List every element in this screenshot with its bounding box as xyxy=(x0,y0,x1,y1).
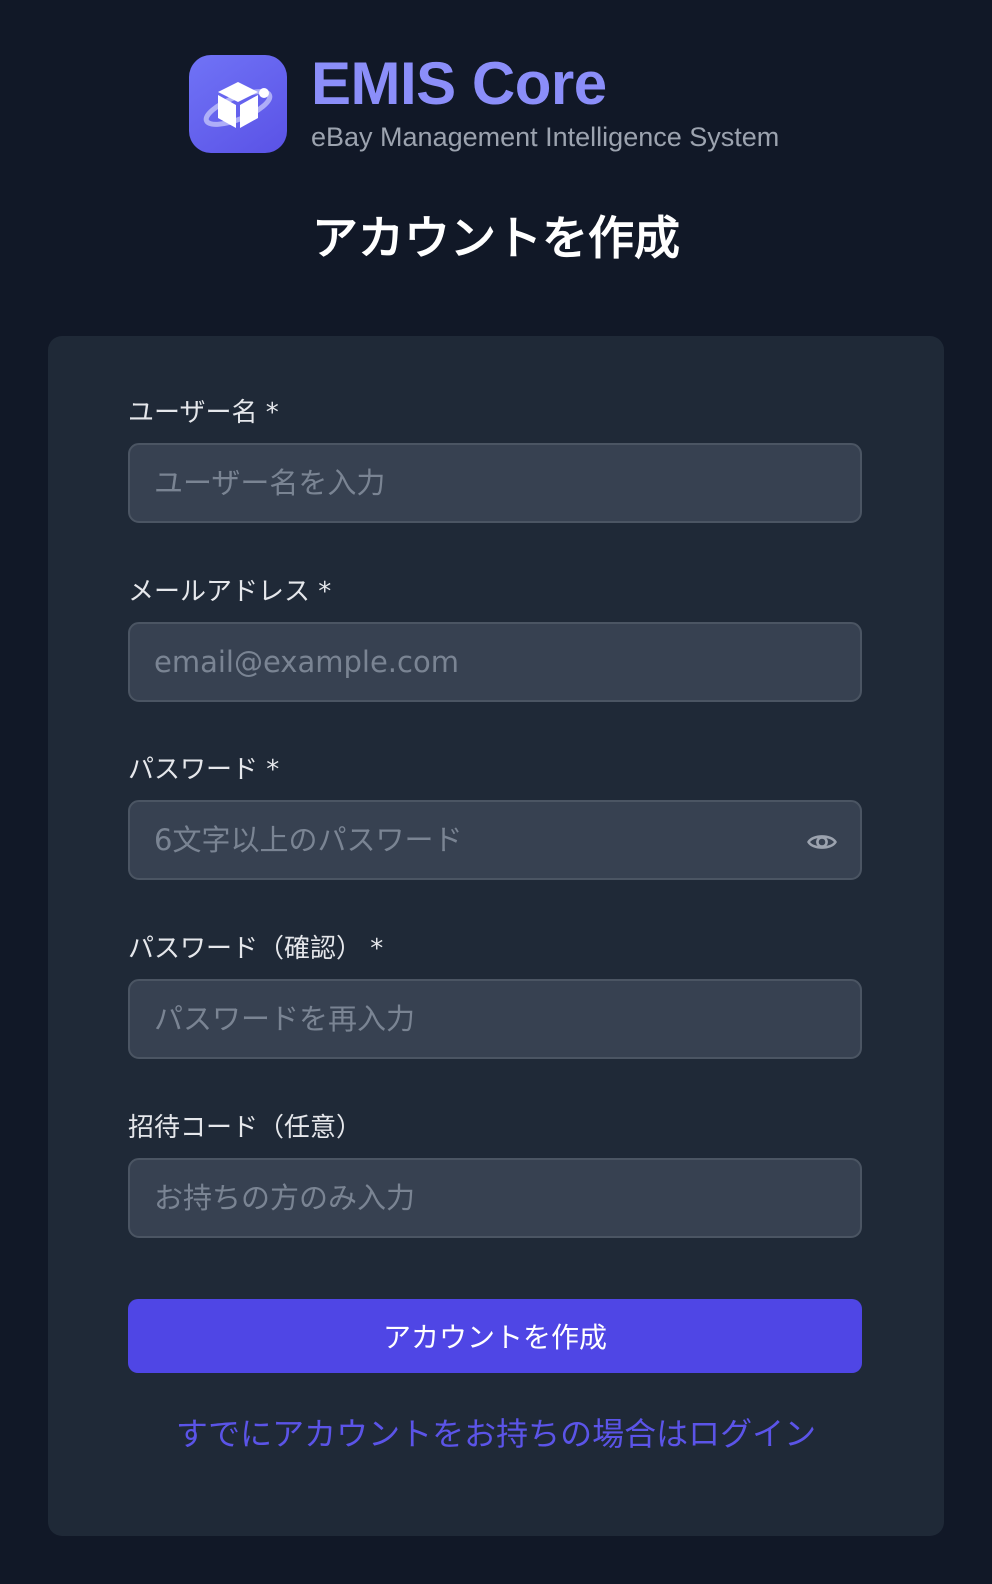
brand-text: EMIS Core eBay Management Intelligence S… xyxy=(311,50,780,153)
brand: EMIS Core eBay Management Intelligence S… xyxy=(189,50,780,153)
signup-card: ユーザー名 * メールアドレス * パスワード * パスワード（確認） * 招待… xyxy=(48,336,944,1536)
password-confirm-input[interactable] xyxy=(130,981,860,1057)
email-field xyxy=(128,622,862,702)
app-logo xyxy=(189,55,287,153)
email-input[interactable] xyxy=(130,624,860,700)
eye-icon[interactable] xyxy=(806,826,838,858)
email-label: メールアドレス * xyxy=(128,577,332,607)
password-input[interactable] xyxy=(130,802,860,878)
username-label: ユーザー名 * xyxy=(128,398,279,428)
invite-code-field xyxy=(128,1158,862,1238)
password-confirm-field xyxy=(128,979,862,1059)
app-subtitle: eBay Management Intelligence System xyxy=(311,122,780,152)
username-field xyxy=(128,443,862,523)
password-label: パスワード * xyxy=(128,755,280,785)
package-cube-icon xyxy=(203,82,273,128)
username-input[interactable] xyxy=(130,445,860,521)
login-link[interactable]: すでにアカウントをお持ちの場合はログイン xyxy=(48,1412,944,1456)
invite-code-label: 招待コード（任意） xyxy=(128,1113,363,1143)
password-field xyxy=(128,800,862,880)
page-title: アカウントを作成 xyxy=(312,211,680,265)
password-confirm-label: パスワード（確認） * xyxy=(128,934,384,964)
create-account-button[interactable]: アカウントを作成 xyxy=(128,1299,862,1373)
app-title: EMIS Core xyxy=(311,50,607,117)
invite-code-input[interactable] xyxy=(130,1160,860,1236)
